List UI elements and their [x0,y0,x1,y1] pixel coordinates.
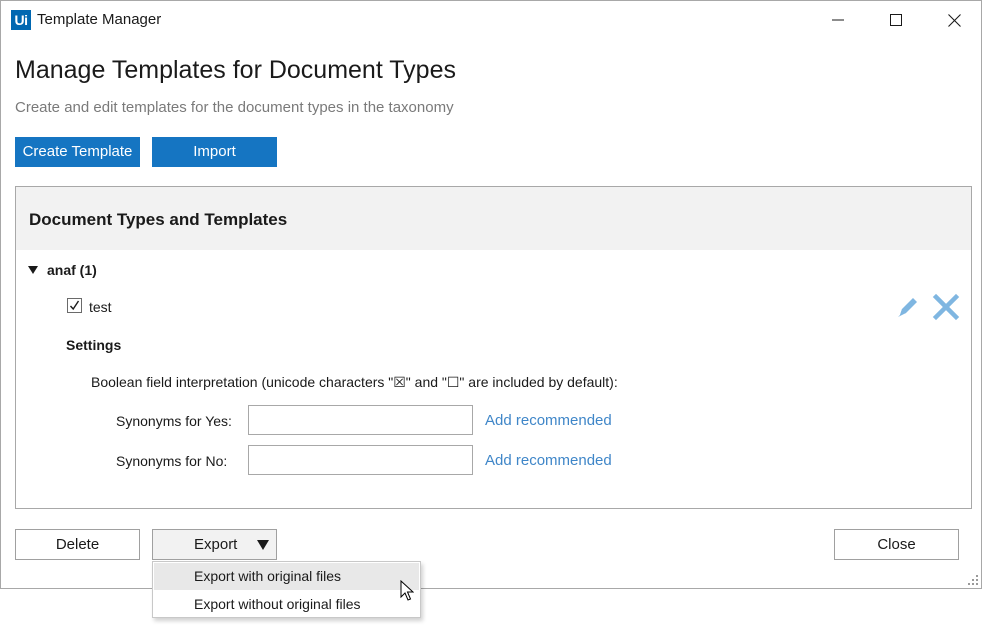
minimize-icon [832,19,844,21]
desktop-background [0,590,984,635]
template-name[interactable]: test [89,298,112,316]
panel-title: Document Types and Templates [29,210,288,229]
maximize-button[interactable] [867,1,925,39]
add-recommended-no-link[interactable]: Add recommended [485,451,612,471]
window-title: Template Manager [37,11,162,28]
menu-item-export-with-original[interactable]: Export with original files [154,563,419,590]
x-icon[interactable] [932,293,960,321]
close-window-button[interactable] [925,1,983,39]
document-types-panel: Document Types and Templates anaf (1) te… [15,186,972,509]
minimize-button[interactable] [809,1,867,39]
pencil-icon[interactable] [894,293,922,321]
close-icon [947,13,961,27]
synonyms-no-label: Synonyms for No: [116,453,228,469]
export-button-label: Export [194,536,238,553]
export-dropdown-menu: Export with original files Export withou… [152,561,421,618]
synonyms-yes-label: Synonyms for Yes: [116,413,232,429]
add-recommended-yes-link[interactable]: Add recommended [485,411,612,431]
checkbox-check-icon [69,300,80,311]
app-logo: Ui [11,10,31,30]
synonyms-yes-input[interactable] [248,405,473,435]
document-type-node[interactable]: anaf (1) [47,261,97,279]
page-title: Manage Templates for Document Types [15,56,456,84]
create-template-button[interactable]: Create Template [15,137,140,167]
import-button[interactable]: Import [152,137,277,167]
resize-grip-icon[interactable] [965,573,979,587]
settings-label: Settings [66,337,122,353]
maximize-icon [890,14,902,26]
title-bar[interactable]: Ui Template Manager [1,1,981,39]
expand-triangle-icon[interactable] [28,265,38,275]
template-manager-window: Ui Template Manager Manage Templates for… [0,0,982,589]
export-button[interactable]: Export [152,529,277,560]
synonyms-no-input[interactable] [248,445,473,475]
menu-item-export-without-original[interactable]: Export without original files [154,591,419,618]
panel-header: Document Types and Templates [16,187,971,250]
boolean-interpretation-text: Boolean field interpretation (unicode ch… [91,374,618,390]
page-subtitle: Create and edit templates for the docume… [15,99,454,116]
dropdown-caret-icon [257,540,269,550]
delete-button[interactable]: Delete [15,529,140,560]
template-checkbox[interactable] [67,298,82,313]
close-button[interactable]: Close [834,529,959,560]
mouse-cursor-icon [400,580,414,601]
